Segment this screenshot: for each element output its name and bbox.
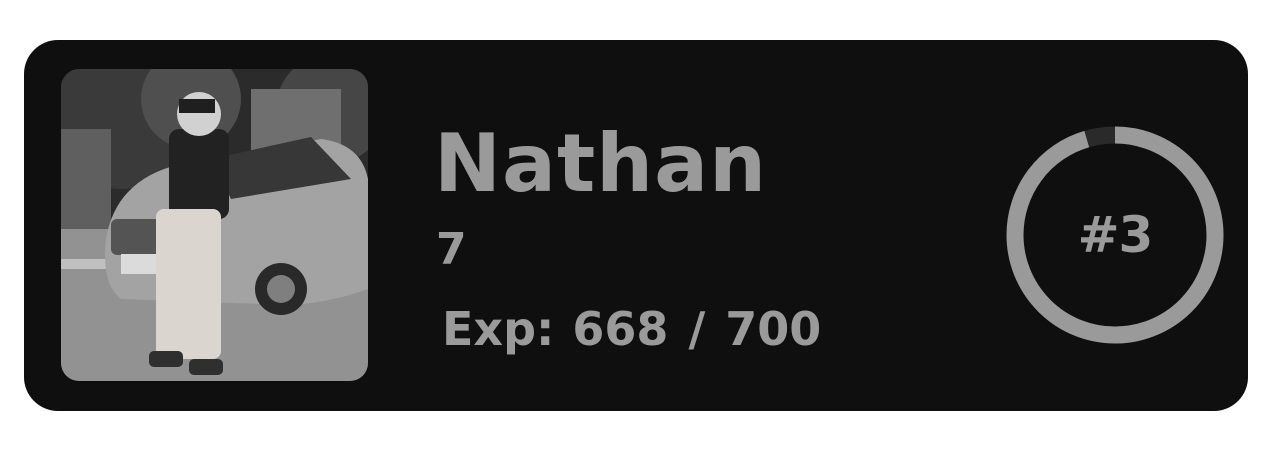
rank-indicator: #3 <box>1004 124 1226 346</box>
exp-value: 668 / 700 <box>572 302 822 356</box>
avatar <box>61 69 368 381</box>
experience: Exp: 668 / 700 <box>442 306 821 352</box>
profile-card: Nathan 7 Exp: 668 / 700 #3 <box>24 40 1248 411</box>
avatar-photo <box>61 69 368 381</box>
exp-label: Exp: <box>442 302 555 356</box>
rank-label: #3 <box>1077 206 1154 264</box>
profile-info: Nathan 7 Exp: 668 / 700 <box>434 40 954 411</box>
user-level: 7 <box>436 224 467 275</box>
user-name: Nathan <box>434 117 768 210</box>
